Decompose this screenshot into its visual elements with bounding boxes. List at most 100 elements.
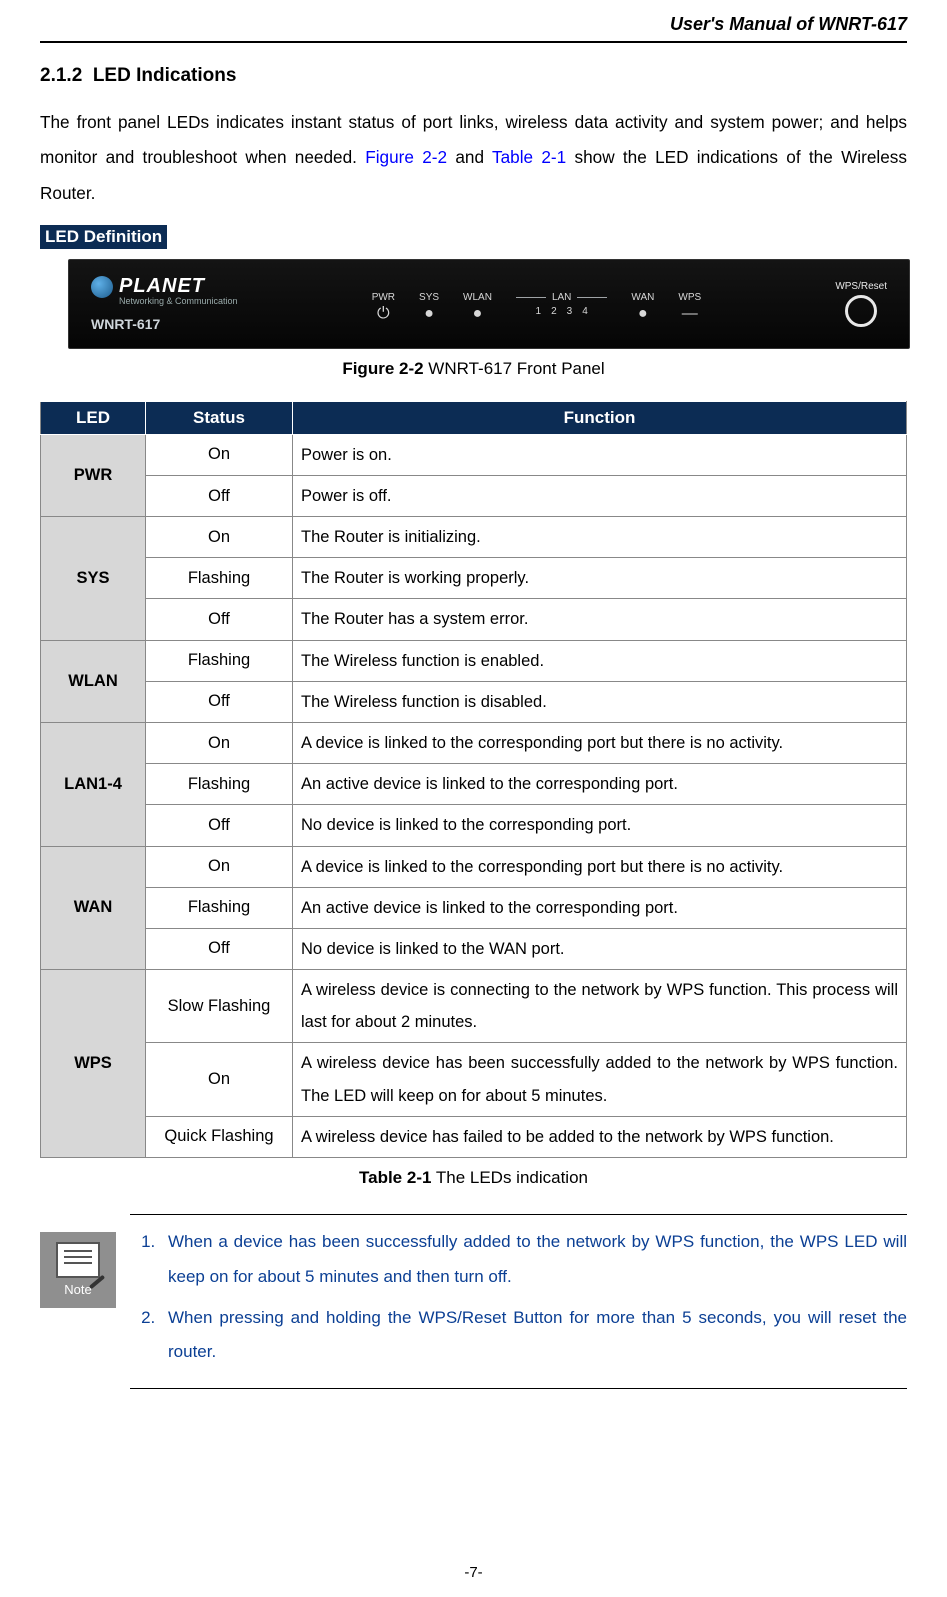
lan-label: LAN	[516, 292, 607, 303]
function-cell: The Router has a system error.	[293, 599, 907, 640]
table-row: Flashing An active device is linked to t…	[41, 887, 907, 928]
table-row: PWR On Power is on.	[41, 434, 907, 475]
function-cell: Power is on.	[293, 434, 907, 475]
function-cell: Power is off.	[293, 475, 907, 516]
wlan-label: WLAN	[463, 292, 492, 303]
panel-pwr: PWR ⏻	[372, 292, 395, 322]
section-title: LED Indications	[93, 65, 237, 86]
section-heading: 2.1.2 LED Indications	[40, 65, 907, 87]
led-definition-label: LED Definition	[40, 225, 167, 249]
note-icon: Note	[40, 1232, 116, 1308]
th-status: Status	[146, 401, 293, 434]
led-name-cell: LAN1-4	[41, 723, 146, 847]
dot-icon: ●	[638, 306, 648, 322]
planet-logo: PLANET	[91, 275, 238, 298]
led-indication-table: LED Status Function PWR On Power is on. …	[40, 401, 907, 1158]
table-caption: Table 2-1 The LEDs indication	[40, 1168, 907, 1188]
dot-icon: ●	[473, 306, 483, 322]
status-cell: On	[146, 434, 293, 475]
note-body: When a device has been successfully adde…	[130, 1214, 907, 1389]
function-cell: A wireless device has failed to be added…	[293, 1116, 907, 1157]
status-cell: Off	[146, 681, 293, 722]
table-row: Off No device is linked to the WAN port.	[41, 928, 907, 969]
function-cell: The Router is initializing.	[293, 517, 907, 558]
led-name-cell: WAN	[41, 846, 146, 970]
notepad-icon	[56, 1242, 100, 1278]
led-name-cell: SYS	[41, 517, 146, 641]
dot-icon: ●	[424, 306, 434, 322]
table-reference: Table 2-1	[492, 147, 566, 167]
function-cell: An active device is linked to the corres…	[293, 764, 907, 805]
note-label: Note	[64, 1282, 91, 1297]
figure-caption-rest: WNRT-617 Front Panel	[424, 359, 605, 378]
function-cell: An active device is linked to the corres…	[293, 887, 907, 928]
intro-paragraph: The front panel LEDs indicates instant s…	[40, 105, 907, 211]
wps-reset-label: WPS/Reset	[835, 281, 887, 292]
figure-reference: Figure 2-2	[365, 147, 447, 167]
th-function: Function	[293, 401, 907, 434]
table-row: WAN On A device is linked to the corresp…	[41, 846, 907, 887]
panel-led-row: PWR ⏻ SYS ● WLAN ● LAN 1 2 3 4	[238, 286, 836, 322]
th-led: LED	[41, 401, 146, 434]
running-header: User's Manual of WNRT-617	[40, 10, 907, 37]
status-cell: Slow Flashing	[146, 970, 293, 1043]
function-cell: No device is linked to the corresponding…	[293, 805, 907, 846]
panel-lan: LAN 1 2 3 4	[516, 292, 607, 317]
table-caption-rest: The LEDs indication	[431, 1168, 588, 1187]
function-cell: A device is linked to the corresponding …	[293, 723, 907, 764]
function-cell: A wireless device is connecting to the n…	[293, 970, 907, 1043]
dash-icon: —	[682, 306, 698, 322]
lan4-label: 4	[582, 306, 588, 317]
status-cell: Off	[146, 475, 293, 516]
panel-wlan: WLAN ●	[463, 292, 492, 322]
led-name-cell: WLAN	[41, 640, 146, 722]
status-cell: Flashing	[146, 558, 293, 599]
pwr-label: PWR	[372, 292, 395, 303]
table-row: Quick Flashing A wireless device has fai…	[41, 1116, 907, 1157]
function-cell: No device is linked to the WAN port.	[293, 928, 907, 969]
status-cell: Flashing	[146, 887, 293, 928]
function-cell: The Wireless function is disabled.	[293, 681, 907, 722]
lan2-label: 2	[551, 306, 557, 317]
panel-brand-block: PLANET Networking & Communication WNRT-6…	[91, 275, 238, 332]
status-cell: On	[146, 723, 293, 764]
figure-caption: Figure 2-2 WNRT-617 Front Panel	[40, 359, 907, 379]
status-cell: Quick Flashing	[146, 1116, 293, 1157]
table-row: Off The Wireless function is disabled.	[41, 681, 907, 722]
table-row: Flashing An active device is linked to t…	[41, 764, 907, 805]
status-cell: Off	[146, 928, 293, 969]
power-icon: ⏻	[377, 306, 390, 322]
function-cell: The Router is working properly.	[293, 558, 907, 599]
header-divider	[40, 41, 907, 43]
status-cell: On	[146, 846, 293, 887]
function-cell: The Wireless function is enabled.	[293, 640, 907, 681]
table-row: On A wireless device has been successful…	[41, 1043, 907, 1116]
figure-caption-bold: Figure 2-2	[342, 359, 423, 378]
function-cell: A wireless device has been successfully …	[293, 1043, 907, 1116]
brand-subtitle: Networking & Communication	[119, 296, 238, 306]
status-cell: On	[146, 517, 293, 558]
section-number: 2.1.2	[40, 65, 82, 86]
panel-wan: WAN ●	[631, 292, 654, 322]
intro-mid: and	[447, 147, 492, 167]
function-cell: A device is linked to the corresponding …	[293, 846, 907, 887]
status-cell: Off	[146, 599, 293, 640]
table-row: SYS On The Router is initializing.	[41, 517, 907, 558]
table-row: Off The Router has a system error.	[41, 599, 907, 640]
status-cell: Flashing	[146, 764, 293, 805]
table-row: Flashing The Router is working properly.	[41, 558, 907, 599]
wps-label: WPS	[678, 292, 701, 303]
led-name-cell: PWR	[41, 434, 146, 516]
sys-label: SYS	[419, 292, 439, 303]
panel-wps: WPS —	[678, 292, 701, 322]
status-cell: Off	[146, 805, 293, 846]
note-item: When a device has been successfully adde…	[160, 1225, 907, 1295]
lan1-label: 1	[536, 306, 542, 317]
note-block: Note When a device has been successfully…	[40, 1214, 907, 1389]
panel-wps-reset: WPS/Reset	[835, 281, 887, 327]
document-page: User's Manual of WNRT-617 2.1.2 LED Indi…	[0, 0, 947, 1597]
table-row: WPS Slow Flashing A wireless device is c…	[41, 970, 907, 1043]
page-number: -7-	[0, 1564, 947, 1581]
note-item: When pressing and holding the WPS/Reset …	[160, 1301, 907, 1371]
table-row: WLAN Flashing The Wireless function is e…	[41, 640, 907, 681]
